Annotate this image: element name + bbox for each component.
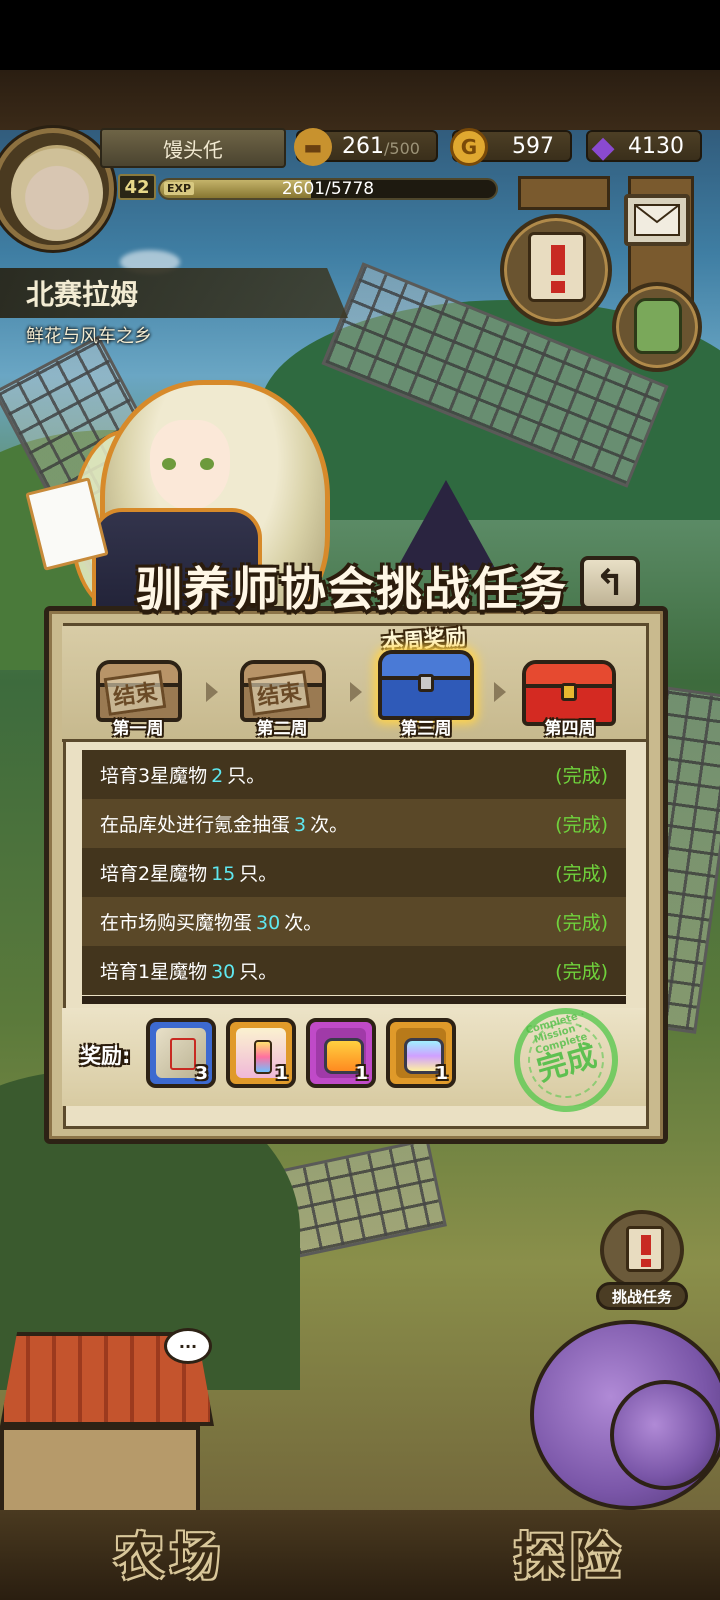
- player-name: 馒头仛: [100, 128, 286, 168]
- task-text: 培育2星魔物 15 只。: [100, 863, 278, 885]
- week-2-label: 第二周: [256, 719, 308, 739]
- reward-count: 1: [435, 1063, 448, 1084]
- gold-value: 597: [512, 133, 554, 159]
- farm-button[interactable]: 农场: [60, 1506, 280, 1600]
- adventure-button[interactable]: 探险: [470, 1506, 670, 1600]
- envelope-icon: [634, 204, 680, 236]
- task-status: (完成): [555, 912, 608, 934]
- reward-count: 1: [355, 1063, 368, 1084]
- reward-count: 3: [195, 1063, 208, 1084]
- task-status: (完成): [555, 814, 608, 836]
- task-text: 培育3星魔物 2 只。: [100, 765, 266, 787]
- reward-item[interactable]: 3: [146, 1018, 216, 1088]
- task-text: 培育1星魔物 30 只。: [100, 961, 278, 983]
- challenge-task-label: 挑战任务: [596, 1282, 688, 1310]
- task-status: (完成): [555, 961, 608, 983]
- back-arrow-icon: ↰: [594, 562, 626, 604]
- task-row: 在品库处进行氪金抽蛋 3 次。 (完成): [82, 799, 626, 848]
- task-row: 培育3星魔物 2 只。 (完成): [82, 750, 626, 799]
- speech-bubble-icon[interactable]: ···: [164, 1328, 212, 1364]
- chevron-right-icon: [494, 682, 506, 702]
- back-button[interactable]: ↰: [580, 556, 640, 610]
- task-status: (完成): [555, 765, 608, 787]
- reward-count: 1: [275, 1063, 288, 1084]
- player-level: 42: [118, 174, 156, 200]
- backpack-icon: [634, 298, 682, 354]
- challenge-scroll-icon: [600, 1210, 684, 1290]
- stamina-counter[interactable]: ▬ 261 /500: [294, 128, 438, 166]
- strap-left: [518, 176, 610, 210]
- challenge-task-button[interactable]: 挑战任务: [596, 1210, 688, 1310]
- purple-tree-small: [610, 1380, 720, 1490]
- gold-coin-icon: G: [450, 128, 488, 166]
- week-3-chest[interactable]: [378, 650, 474, 720]
- week-2-stamp: 结束: [247, 670, 311, 716]
- exp-text: 2601/5778: [281, 179, 375, 199]
- task-list: 培育3星魔物 2 只。 (完成) 在品库处进行氪金抽蛋 3 次。 (完成) 培育2星魔物…: [82, 750, 626, 995]
- task-row: 在市场购买魔物蛋 30 次。 (完成): [82, 897, 626, 946]
- location-name: 北赛拉姆: [0, 268, 348, 318]
- week-1-chest[interactable]: 结束: [96, 660, 182, 722]
- location-subtitle: 鲜花与风车之乡: [26, 326, 152, 347]
- gem-value: 4130: [628, 133, 684, 159]
- week-1-label: 第一周: [112, 719, 164, 739]
- chevron-right-icon: [350, 682, 362, 702]
- stamina-max: /500: [384, 138, 420, 158]
- stamina-value: 261: [342, 133, 384, 159]
- quest-scroll-icon: [528, 232, 586, 302]
- exp-bar: EXP 2601/5778: [158, 178, 498, 200]
- reward-item[interactable]: 1: [386, 1018, 456, 1088]
- task-list-divider: [82, 996, 626, 1004]
- task-text: 在品库处进行氪金抽蛋 3 次。: [100, 814, 349, 836]
- task-text: 在市场购买魔物蛋 30 次。: [100, 912, 323, 934]
- avatar-portrait: [11, 145, 103, 241]
- week-3-label: 第三周: [400, 719, 452, 739]
- task-status: (完成): [555, 863, 608, 885]
- backpack-button[interactable]: [612, 282, 702, 372]
- task-row: 培育1星魔物 30 只。 (完成): [82, 946, 626, 995]
- dialog-title: 驯养师协会挑战任务: [136, 562, 568, 616]
- week-2-chest[interactable]: 结束: [240, 660, 326, 722]
- week-1-stamp: 结束: [103, 670, 167, 716]
- week-4-label: 第四周: [544, 719, 596, 739]
- character-face: [150, 420, 230, 510]
- top-bar: [0, 70, 720, 130]
- rewards-label: 奖励:: [80, 1044, 131, 1068]
- gem-counter[interactable]: ◆ 4130: [586, 130, 702, 165]
- bread-icon: ▬: [294, 128, 332, 166]
- task-row: 培育2星魔物 15 只。 (完成): [82, 848, 626, 897]
- quest-scroll-button[interactable]: [500, 214, 612, 326]
- chevron-right-icon: [206, 682, 218, 702]
- purple-gem-icon: ◆: [591, 129, 615, 165]
- reward-item[interactable]: 1: [226, 1018, 296, 1088]
- gold-counter[interactable]: G 597: [450, 128, 572, 166]
- mail-button[interactable]: [624, 194, 690, 246]
- reward-item[interactable]: 1: [306, 1018, 376, 1088]
